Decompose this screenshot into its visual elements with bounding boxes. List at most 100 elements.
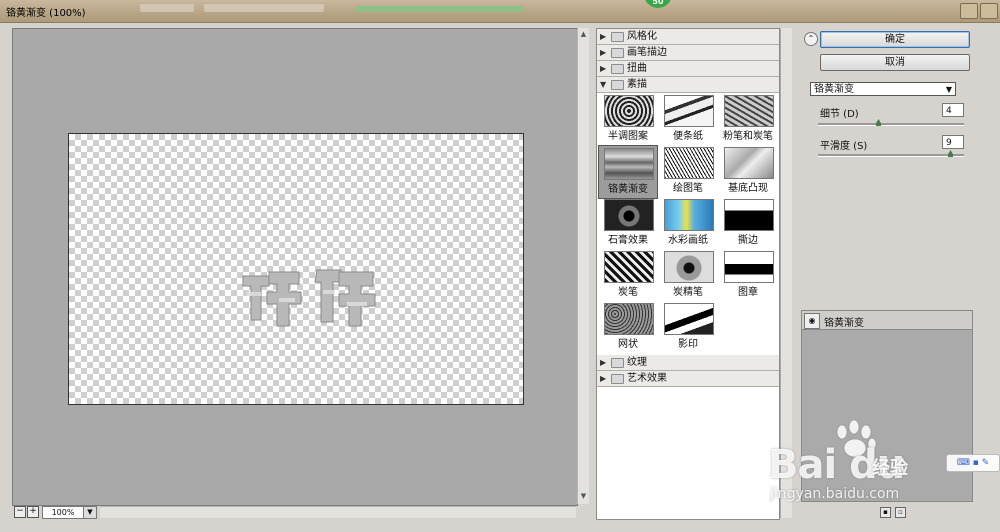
- scroll-up-icon[interactable]: ▲: [579, 30, 588, 39]
- filter-label: 影印: [678, 339, 698, 350]
- collapse-gallery-icon[interactable]: ⌃: [804, 32, 818, 46]
- detail-label: 细节 (D): [820, 109, 859, 120]
- expand-arrow-icon[interactable]: ▶: [600, 371, 606, 386]
- smoothness-slider[interactable]: [818, 150, 964, 157]
- category-distort[interactable]: ▶ 扭曲: [597, 61, 779, 77]
- cancel-button[interactable]: 取消: [820, 54, 970, 71]
- filter-label: 便条纸: [673, 131, 703, 142]
- category-brush-strokes[interactable]: ▶ 画笔描边: [597, 45, 779, 61]
- filter-label: 水彩画纸: [668, 235, 708, 246]
- blurred-region: [204, 4, 324, 12]
- filter-label: 绘图笔: [673, 183, 703, 194]
- filter-thumb-note-paper[interactable]: 便条纸: [659, 93, 717, 145]
- zoom-in-button[interactable]: +: [27, 506, 39, 518]
- collapse-arrow-icon[interactable]: ▼: [600, 77, 606, 92]
- thumbnail-image: [664, 199, 714, 231]
- close-button[interactable]: [980, 3, 998, 19]
- detail-input[interactable]: 4: [942, 103, 964, 117]
- thumbnail-image: [664, 251, 714, 283]
- expand-arrow-icon[interactable]: ▶: [600, 355, 606, 370]
- folder-icon: [611, 358, 624, 368]
- expand-arrow-icon[interactable]: ▶: [600, 45, 606, 60]
- category-label: 素描: [627, 79, 647, 90]
- preview-horizontal-scrollbar[interactable]: [100, 506, 576, 518]
- preview-vertical-scrollbar[interactable]: ▲ ▼: [577, 28, 589, 504]
- expand-arrow-icon[interactable]: ▶: [600, 29, 606, 44]
- thumbnail-image: [664, 147, 714, 179]
- category-label: 纹理: [627, 357, 647, 368]
- trash-icon[interactable]: ▫: [895, 507, 906, 518]
- filter-label: 图章: [738, 287, 758, 298]
- filter-label: 铬黄渐变: [608, 184, 648, 195]
- folder-icon: [611, 32, 624, 42]
- filter-thumb-charcoal[interactable]: 炭笔: [599, 249, 657, 301]
- effect-layers-list: ◉ 铬黄渐变: [801, 310, 973, 502]
- filter-thumb-chrome[interactable]: 铬黄渐变: [598, 145, 658, 199]
- minimize-button[interactable]: [960, 3, 978, 19]
- folder-open-icon: [611, 80, 624, 90]
- thumbnail-image: [724, 147, 774, 179]
- thumbnail-image: [724, 251, 774, 283]
- preview-canvas: [68, 133, 524, 405]
- expand-arrow-icon[interactable]: ▶: [600, 61, 606, 76]
- detail-slider[interactable]: [818, 119, 964, 126]
- filter-label: 炭精笔: [673, 287, 703, 298]
- chevron-down-icon: ▼: [945, 85, 952, 94]
- filter-thumb-graphic-pen[interactable]: 绘图笔: [659, 145, 717, 197]
- folder-icon: [611, 48, 624, 58]
- filter-label: 网状: [618, 339, 638, 350]
- filter-thumb-chalk-charcoal[interactable]: 粉笔和炭笔: [719, 93, 777, 145]
- filter-thumb-water-paper[interactable]: 水彩画纸: [659, 197, 717, 249]
- new-layer-icon[interactable]: ▪: [880, 507, 891, 518]
- filter-thumb-photocopy[interactable]: 影印: [659, 301, 717, 353]
- category-label: 画笔描边: [627, 47, 667, 58]
- window-title: 铬黄渐变 (100%): [6, 8, 86, 19]
- filter-select-value: 铬黄渐变: [814, 84, 854, 95]
- category-label: 扭曲: [627, 63, 647, 74]
- category-sketch[interactable]: ▼ 素描: [597, 77, 779, 93]
- filter-thumb-plaster[interactable]: 石膏效果: [599, 197, 657, 249]
- category-stylize[interactable]: ▶ 风格化: [597, 29, 779, 45]
- thumbnail-image: [664, 303, 714, 335]
- scroll-down-icon[interactable]: ▼: [579, 492, 588, 501]
- filter-select[interactable]: 铬黄渐变 ▼: [810, 82, 956, 96]
- preview-pane[interactable]: [12, 28, 578, 506]
- filter-thumb-torn-edges[interactable]: 撕边: [719, 197, 777, 249]
- filter-thumb-stamp[interactable]: 图章: [719, 249, 777, 301]
- gallery-scrollbar[interactable]: [780, 28, 792, 518]
- thumbnail-image: [724, 199, 774, 231]
- filter-label: 撕边: [738, 235, 758, 246]
- thumbnail-image: [604, 251, 654, 283]
- smoothness-label: 平滑度 (S): [820, 141, 868, 152]
- filter-thumb-halftone[interactable]: 半调图案: [599, 93, 657, 145]
- thumbnail-image: [664, 95, 714, 127]
- category-texture[interactable]: ▶ 纹理: [597, 355, 779, 371]
- folder-icon: [611, 374, 624, 384]
- filter-thumb-reticulation[interactable]: 网状: [599, 301, 657, 353]
- thumbnail-image: [604, 95, 654, 127]
- thumbnail-image: [724, 95, 774, 127]
- progress-strip: [356, 6, 524, 12]
- eye-icon[interactable]: ◉: [804, 313, 820, 329]
- filter-gallery: ▶ 风格化 ▶ 画笔描边 ▶ 扭曲 ▼ 素描 半调图案 便条纸 粉笔和炭笔 铬黄…: [596, 28, 780, 520]
- zoom-field[interactable]: 100%: [42, 506, 84, 519]
- corner-badge: 50: [644, 0, 672, 8]
- effect-layer[interactable]: ◉ 铬黄渐变: [802, 311, 972, 330]
- blurred-region: [140, 4, 194, 12]
- filter-label: 基底凸现: [728, 183, 768, 194]
- sketch-filter-thumbnails: 半调图案 便条纸 粉笔和炭笔 铬黄渐变 绘图笔 基底凸现 石膏效果 水彩画纸 撕…: [597, 93, 779, 375]
- thumbnail-image: [604, 199, 654, 231]
- thumbnail-image: [604, 303, 654, 335]
- filter-label: 半调图案: [608, 131, 648, 142]
- zoom-out-button[interactable]: −: [14, 506, 26, 518]
- filter-thumb-bas-relief[interactable]: 基底凸现: [719, 145, 777, 197]
- filter-thumb-conte-crayon[interactable]: 炭精笔: [659, 249, 717, 301]
- category-artistic[interactable]: ▶ 艺术效果: [597, 371, 779, 387]
- category-label: 艺术效果: [627, 373, 667, 384]
- folder-icon: [611, 64, 624, 74]
- smoothness-input[interactable]: 9: [942, 135, 964, 149]
- chrome-text-art: [242, 269, 376, 327]
- category-label: 风格化: [627, 31, 657, 42]
- ok-button[interactable]: 确定: [820, 31, 970, 48]
- zoom-dropdown-icon[interactable]: ▼: [83, 506, 97, 519]
